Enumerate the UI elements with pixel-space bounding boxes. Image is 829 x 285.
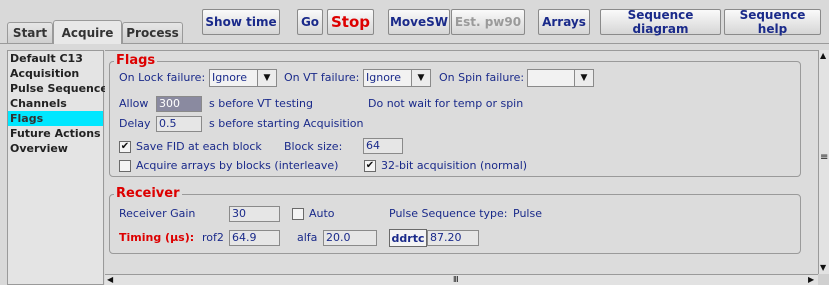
flags-group-title: Flags <box>114 53 158 68</box>
delay-label: Delay <box>119 117 151 130</box>
ddrtc-input[interactable]: 87.20 <box>427 230 479 246</box>
bit32-label: 32-bit acquisition (normal) <box>381 159 528 172</box>
acquire-arrays-checkbox[interactable] <box>119 160 131 172</box>
stop-button[interactable]: Stop <box>327 9 374 35</box>
save-fid-checkbox[interactable]: ✔ <box>119 141 131 153</box>
sidebar-item-flags[interactable]: Flags <box>8 111 103 126</box>
sidebar-item-channels[interactable]: Channels <box>8 96 103 111</box>
acquire-arrays-label: Acquire arrays by blocks (interleave) <box>136 159 339 172</box>
movesw-button[interactable]: MoveSW <box>388 9 450 35</box>
block-size-label: Block size: <box>284 140 343 153</box>
allow-input[interactable]: 300 <box>156 96 202 112</box>
on-lock-failure-label: On Lock failure: <box>119 71 206 84</box>
on-lock-failure-select[interactable]: Ignore ▼ <box>209 69 277 87</box>
scroll-down-icon[interactable]: ▼ <box>820 264 826 272</box>
on-vt-failure-label: On VT failure: <box>284 71 360 84</box>
receiver-group-title: Receiver <box>114 186 182 201</box>
chevron-down-icon: ▼ <box>417 73 425 83</box>
scroll-up-icon[interactable]: ▲ <box>820 52 826 60</box>
ddrtc-button[interactable]: ddrtc <box>389 229 427 247</box>
on-spin-failure-value <box>528 70 575 86</box>
on-vt-failure-value: Ignore <box>364 70 412 86</box>
bit32-checkbox[interactable]: ✔ <box>364 160 376 172</box>
tab-bar-divider <box>0 43 829 44</box>
on-spin-failure-label: On Spin failure: <box>439 71 525 84</box>
pulse-sequence-type-value: Pulse <box>513 207 542 220</box>
chevron-down-icon: ▼ <box>580 73 588 83</box>
timing-label: Timing (µs): <box>119 231 195 244</box>
no-wait-label: Do not wait for temp or spin <box>368 97 524 110</box>
scroll-grip-icon: ≡ <box>820 152 829 163</box>
tab-acquire[interactable]: Acquire <box>53 20 122 44</box>
sidebar-item-future-actions[interactable]: Future Actions <box>8 126 103 141</box>
vertical-scrollbar[interactable]: ▲ ≡ ▼ <box>818 50 829 274</box>
sidebar-item-acquisition[interactable]: Acquisition <box>8 66 103 81</box>
sidebar-list: Default C13 Acquisition Pulse Sequence C… <box>7 50 108 285</box>
tab-process[interactable]: Process <box>122 22 183 43</box>
scroll-right-icon[interactable]: ▶ <box>808 276 814 284</box>
sidebar-item-pulse-sequence[interactable]: Pulse Sequence <box>8 81 108 96</box>
est-pw90-button[interactable]: Est. pw90 <box>451 9 525 35</box>
allow-label: Allow <box>119 97 149 110</box>
allow-suffix-label: s before VT testing <box>209 97 314 110</box>
save-fid-label: Save FID at each block <box>136 140 262 153</box>
horizontal-scrollbar[interactable]: ◀ Ⅲ ▶ <box>105 274 818 285</box>
rof2-input[interactable]: 64.9 <box>229 230 280 246</box>
on-spin-failure-select[interactable]: ▼ <box>527 69 594 87</box>
sequence-help-button[interactable]: Sequence help <box>724 8 821 36</box>
rof2-label: rof2 <box>202 231 224 244</box>
on-vt-failure-select[interactable]: Ignore ▼ <box>363 69 431 87</box>
receiver-gain-label: Receiver Gain <box>119 207 196 220</box>
show-time-button[interactable]: Show time <box>202 9 280 35</box>
auto-checkbox[interactable] <box>292 208 304 220</box>
chevron-down-icon: ▼ <box>263 73 271 83</box>
receiver-gain-input[interactable]: 30 <box>229 206 280 222</box>
alfa-input[interactable]: 20.0 <box>323 230 377 246</box>
scrollbar-corner <box>818 274 829 285</box>
sequence-diagram-button[interactable]: Sequence diagram <box>600 8 721 36</box>
delay-suffix-label: s before starting Acquisition <box>209 117 364 130</box>
go-button[interactable]: Go <box>297 9 323 35</box>
arrays-button[interactable]: Arrays <box>538 9 590 35</box>
alfa-label: alfa <box>297 231 318 244</box>
hscroll-grip-icon: Ⅲ <box>453 275 459 284</box>
block-size-input[interactable]: 64 <box>363 138 403 154</box>
pulse-sequence-type-label: Pulse Sequence type: <box>389 207 508 220</box>
scroll-left-icon[interactable]: ◀ <box>107 276 113 284</box>
sidebar-item-overview[interactable]: Overview <box>8 141 103 156</box>
sidebar-item-default-c13[interactable]: Default C13 <box>8 51 103 66</box>
flags-panel: Flags On Lock failure: Ignore ▼ On VT fa… <box>105 50 818 274</box>
on-lock-failure-value: Ignore <box>210 70 258 86</box>
tab-start[interactable]: Start <box>7 22 53 43</box>
auto-label: Auto <box>309 207 335 220</box>
delay-input[interactable]: 0.5 <box>156 116 202 132</box>
